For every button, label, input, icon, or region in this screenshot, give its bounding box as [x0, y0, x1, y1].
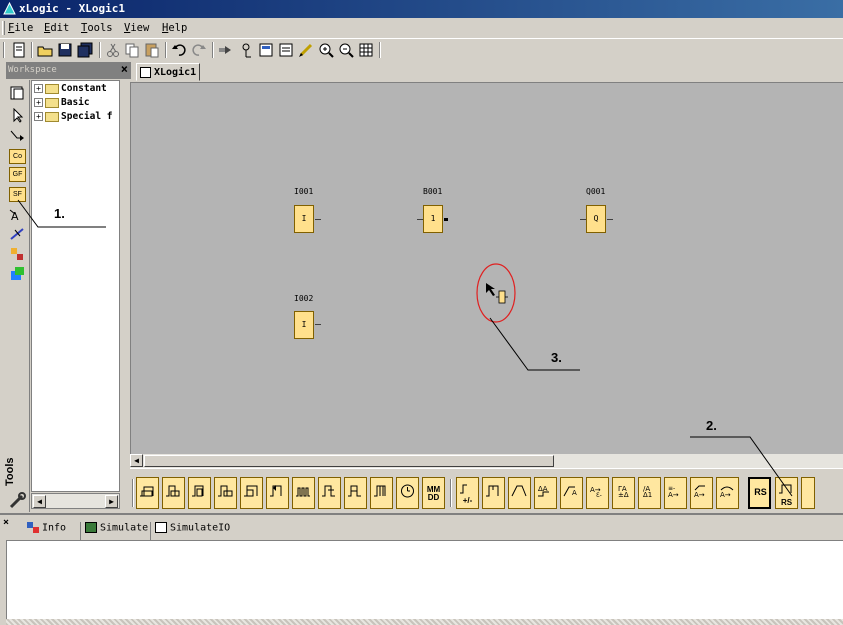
annotation-lines: [17, 199, 793, 497]
annotation-2: 2.: [706, 418, 717, 433]
annotation-1: 1.: [54, 206, 65, 221]
annotation-3: 3.: [551, 350, 562, 365]
